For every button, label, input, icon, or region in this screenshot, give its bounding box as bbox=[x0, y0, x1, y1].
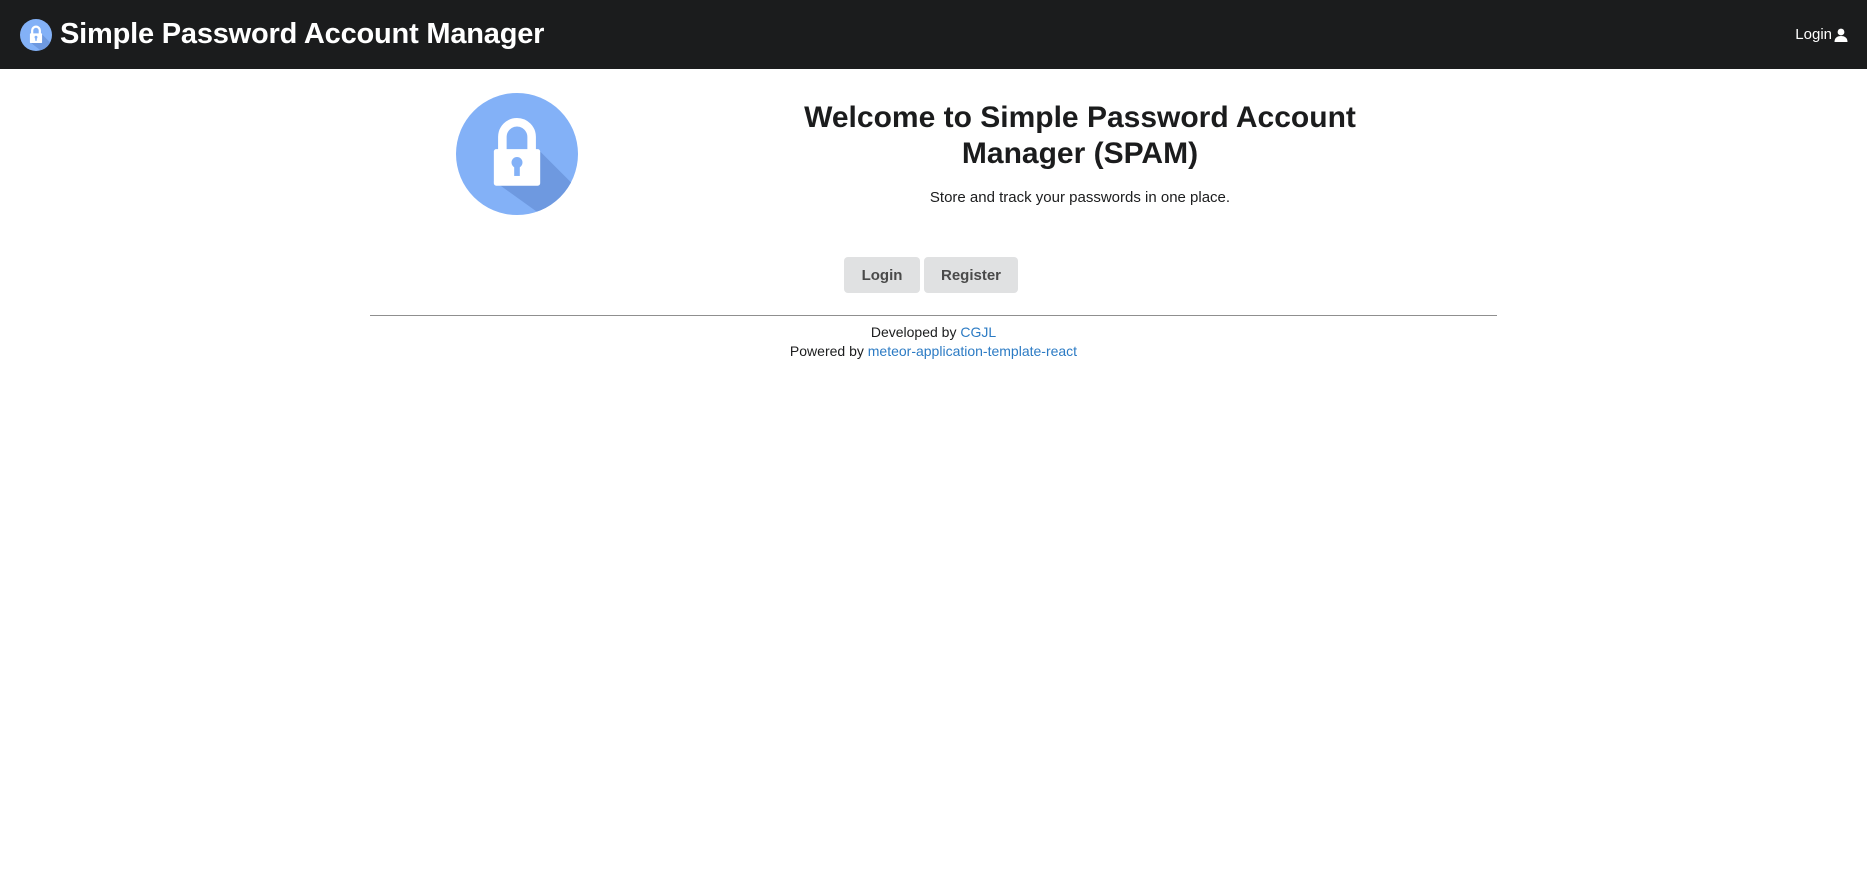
lock-icon bbox=[20, 18, 52, 51]
register-button[interactable]: Register bbox=[924, 257, 1018, 293]
footer-powered-line: Powered by meteor-application-template-r… bbox=[370, 342, 1497, 361]
footer-divider bbox=[370, 315, 1497, 316]
login-button[interactable]: Login bbox=[844, 257, 920, 293]
footer-developed-line: Developed by CGJL bbox=[370, 323, 1497, 342]
auth-buttons: Login Register bbox=[844, 257, 1018, 293]
footer-developed-prefix: Developed by bbox=[870, 324, 957, 340]
nav-login-label: Login bbox=[1795, 26, 1832, 43]
template-link[interactable]: meteor-application-template-react bbox=[868, 343, 1077, 359]
brand-home-link[interactable]: Simple Password Account Manager bbox=[20, 0, 544, 69]
nav-login-link[interactable]: Login bbox=[1795, 0, 1848, 69]
lock-logo-icon bbox=[456, 93, 578, 215]
footer-powered-prefix: Powered by bbox=[789, 343, 864, 359]
page-title: Welcome to Simple Password Account Manag… bbox=[804, 101, 1356, 170]
developer-link[interactable]: CGJL bbox=[960, 324, 996, 340]
footer: Developed by CGJL Powered by meteor-appl… bbox=[370, 323, 1497, 361]
top-navbar: Simple Password Account Manager Login bbox=[0, 0, 1867, 69]
page-subtitle: Store and track your passwords in one pl… bbox=[929, 189, 1231, 206]
app-title: Simple Password Account Manager bbox=[60, 18, 545, 50]
hero-text-block: Welcome to Simple Password Account Manag… bbox=[740, 100, 1420, 208]
user-icon bbox=[1834, 28, 1848, 42]
